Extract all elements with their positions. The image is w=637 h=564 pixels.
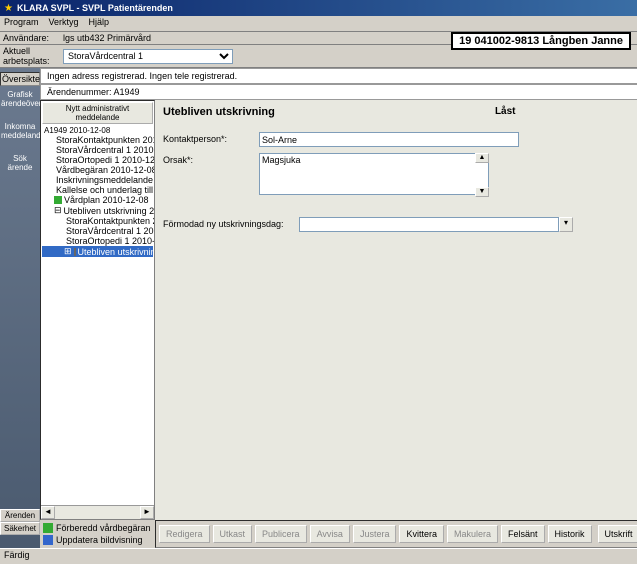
tree-item[interactable]: StoraKontaktpunkten 2010-12-0 [42, 135, 153, 145]
note-icon [43, 523, 53, 533]
form-lock-label: Låst [495, 106, 516, 118]
app-icon: ★ [4, 3, 13, 14]
avvisa-button[interactable]: Avvisa [310, 525, 350, 543]
case-number: Ärendenummer: A1949 [40, 84, 637, 100]
form-title: Utebliven utskrivning [163, 106, 495, 118]
link-uppdatera[interactable]: Uppdatera bildvisning [42, 534, 153, 546]
patient-id-box: 19 041002-9813 Långben Janne [451, 32, 631, 50]
user-row: Användare: lgs utb432 Primärvård 19 0410… [0, 32, 637, 45]
tree-item[interactable]: StoraVårdcentral 1 2010-12- [42, 226, 153, 236]
button-bar: Redigera Utkast Publicera Avvisa Justera… [155, 520, 637, 548]
arbetsplats-dropdown[interactable]: StoraVårdcentral 1 [63, 49, 233, 64]
date-dropdown-icon[interactable]: ▾ [559, 217, 573, 232]
publicera-button[interactable]: Publicera [255, 525, 307, 543]
form-header: Utebliven utskrivning Låst [163, 106, 636, 118]
body-row: Nytt administrativt meddelande A1949 201… [40, 100, 637, 520]
utkast-button[interactable]: Utkast [213, 525, 253, 543]
nav-arenden[interactable]: Ärenden [0, 509, 40, 522]
formodad-label: Förmodad ny utskrivningsdag: [163, 217, 293, 229]
tree-item[interactable]: Vårdplan 2010-12-08 [42, 195, 153, 205]
kontaktperson-row: Kontaktperson*: [163, 132, 636, 147]
spin-down-icon[interactable]: ▼ [475, 187, 489, 197]
utskrift-button[interactable]: Utskrift [598, 525, 637, 543]
orsak-textarea[interactable]: Magsjuka [259, 153, 489, 195]
left-nav: Översikter Grafisk ärendeöversikt Inkomn… [0, 68, 40, 548]
makulera-button[interactable]: Makulera [447, 525, 498, 543]
tree-item[interactable]: ⊟Utebliven utskrivning 2010-12-0 [42, 205, 153, 216]
bottom-nav: Ärenden Säkerhet [0, 509, 40, 535]
link-foreberedd[interactable]: Förberedd vårdbegäran [42, 522, 153, 534]
status-text: Färdig [4, 550, 30, 560]
orsak-row: Orsak*: Magsjuka ▲ ▼ [163, 153, 636, 197]
minus-icon: ⊟ [54, 205, 62, 216]
nav-grafisk[interactable]: Grafisk ärendeöversikt [0, 88, 40, 110]
tree-pane: Nytt administrativt meddelande A1949 201… [40, 100, 155, 520]
refresh-icon [43, 535, 53, 545]
plus-icon: ⊞ [64, 246, 72, 257]
address-info: Ingen adress registrerad. Ingen tele reg… [40, 68, 637, 84]
tree-item[interactable]: Kallelse och underlag till vårdpl [42, 185, 153, 195]
tree-item[interactable]: StoraKontaktpunkten 2010- [42, 216, 153, 226]
scroll-right-icon[interactable]: ► [140, 506, 154, 519]
tree-item[interactable]: StoraVårdcentral 1 2010-12-08 [42, 145, 153, 155]
formodad-date-input[interactable] [299, 217, 559, 232]
tree-root[interactable]: A1949 2010-12-08 [42, 126, 153, 135]
nav-inkomna[interactable]: Inkomna meddelanden [0, 120, 40, 142]
tree-item[interactable]: StoraOrtopedi 1 2010-12-08 [42, 236, 153, 246]
nav-sok[interactable]: Sök ärende [0, 152, 40, 174]
titlebar: ★ KLARA SVPL - SVPL Patientärenden [0, 0, 637, 16]
tree-scrollbar[interactable]: ◄ ► [41, 505, 154, 519]
page-icon [74, 248, 76, 256]
kontaktperson-input[interactable] [259, 132, 519, 147]
menubar: Program Verktyg Hjälp [0, 16, 637, 32]
new-admin-msg-button[interactable]: Nytt administrativt meddelande [42, 102, 153, 124]
tree-list: A1949 2010-12-08 StoraKontaktpunkten 201… [41, 125, 154, 505]
tree-item[interactable]: Inskrivningsmeddelande 2010-12-0 [42, 175, 153, 185]
main: Översikter Grafisk ärendeöversikt Inkomn… [0, 68, 637, 548]
orsak-label: Orsak*: [163, 153, 253, 165]
tree-item[interactable]: Vårdbegäran 2010-12-08 [42, 165, 153, 175]
bottom-row: Förberedd vårdbegäran Uppdatera bildvisn… [40, 520, 637, 548]
form-pane: Utebliven utskrivning Låst Kontaktperson… [155, 100, 637, 520]
historik-button[interactable]: Historik [548, 525, 592, 543]
formodad-row: Förmodad ny utskrivningsdag: ▾ [163, 217, 636, 232]
menu-verktyg[interactable]: Verktyg [49, 17, 79, 30]
justera-button[interactable]: Justera [353, 525, 397, 543]
spin-up-icon[interactable]: ▲ [475, 153, 489, 163]
menu-program[interactable]: Program [4, 17, 39, 30]
scroll-left-icon[interactable]: ◄ [41, 506, 55, 519]
overview-tab[interactable]: Översikter [0, 72, 40, 86]
anvandare-label: Användare: [3, 33, 63, 43]
kvittera-button[interactable]: Kvittera [399, 525, 444, 543]
doc-icon [54, 196, 62, 204]
content-wrap: Ingen adress registrerad. Ingen tele reg… [40, 68, 637, 548]
link-pane: Förberedd vårdbegäran Uppdatera bildvisn… [40, 520, 155, 548]
kontaktperson-label: Kontaktperson*: [163, 132, 253, 144]
app-title: KLARA SVPL - SVPL Patientärenden [17, 3, 173, 13]
redigera-button[interactable]: Redigera [159, 525, 210, 543]
menu-hjalp[interactable]: Hjälp [89, 17, 110, 30]
scroll-track[interactable] [55, 506, 140, 519]
arbetsplats-label: Aktuell arbetsplats: [3, 46, 63, 66]
nav-sakerhet[interactable]: Säkerhet [0, 522, 40, 535]
tree-item[interactable]: StoraOrtopedi 1 2010-12-08 [42, 155, 153, 165]
felsant-button[interactable]: Felsänt [501, 525, 545, 543]
statusbar: Färdig [0, 548, 637, 564]
tree-item-selected[interactable]: ⊞Utebliven utskrivning 2010- [42, 246, 153, 257]
